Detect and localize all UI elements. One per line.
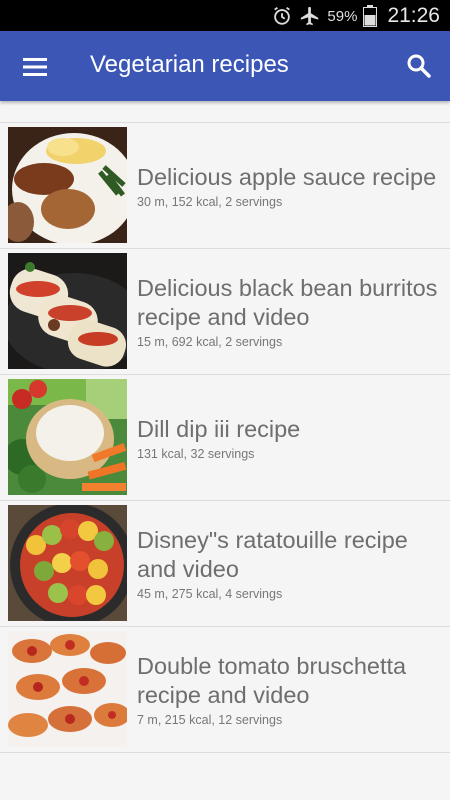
recipe-title: Double tomato bruschetta recipe and vide… [137,653,407,708]
battery-percent: 59% [327,7,358,25]
recipe-thumbnail [8,631,127,747]
hamburger-menu-icon [23,58,47,76]
recipe-item[interactable]: Double tomato bruschetta recipe and vide… [0,626,450,753]
recipe-title: Disney"s ratatouille recipe and video [137,527,408,582]
recipe-title: Delicious apple sauce recipe [137,163,437,190]
status-bar: 59% 21:26 [0,0,450,31]
recipe-item[interactable]: Disney"s ratatouille recipe and video 45… [0,500,450,626]
search-button[interactable] [404,51,434,81]
recipe-meta: 7 m, 215 kcal, 12 servings [137,713,283,727]
recipe-meta: 131 kcal, 32 servings [137,446,255,461]
recipe-thumbnail [8,253,127,369]
recipe-thumbnail [8,127,127,243]
alarm-icon [274,6,291,25]
recipe-thumbnail [8,505,127,621]
recipe-meta: 45 m, 275 kcal, 4 servings [137,587,283,601]
recipe-meta: 30 m, 152 kcal, 2 servings [137,194,283,209]
recipe-title: Dill dip iii recipe [137,415,301,442]
recipe-list: Delicious apple sauce recipe 30 m, 152 k… [0,122,450,753]
page-title: Vegetarian recipes [90,51,289,78]
menu-button[interactable] [18,52,52,82]
recipe-title: Delicious black bean burritos recipe and… [137,275,438,330]
recipe-item[interactable]: Dill dip iii recipe 131 kcal, 32 serving… [0,374,450,500]
clock: 21:26 [387,4,440,27]
recipe-meta: 15 m, 692 kcal, 2 servings [137,335,283,349]
airplane-mode-icon [301,6,319,26]
recipe-item[interactable]: Delicious apple sauce recipe 30 m, 152 k… [0,122,450,248]
recipe-thumbnail [8,379,127,495]
recipe-item[interactable]: Delicious black bean burritos recipe and… [0,248,450,374]
search-icon [407,54,431,78]
battery-icon [363,5,378,27]
app-bar: Vegetarian recipes [0,31,450,101]
